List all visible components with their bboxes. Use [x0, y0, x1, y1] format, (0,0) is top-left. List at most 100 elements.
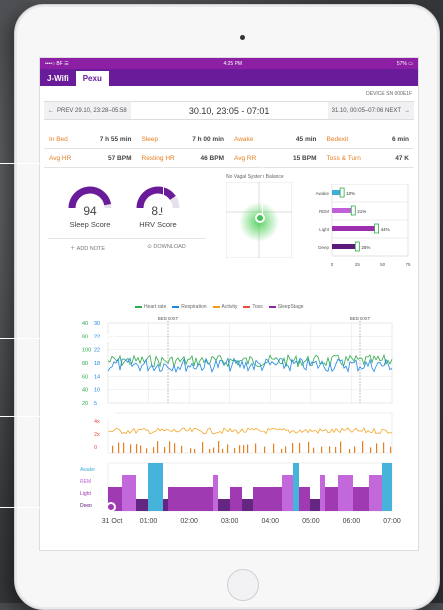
stage-segment [148, 463, 163, 511]
stat-value: 7 h 55 min [99, 135, 132, 143]
legend-swatch [243, 305, 251, 308]
toss-bar [313, 447, 315, 453]
chart-legend: Heart rate Respiration Activity Toss SleepSt… [135, 304, 375, 310]
download-button[interactable]: ⊙ DOWNLOAD [127, 239, 206, 252]
tab-jwifi[interactable]: J-Wifi [40, 71, 76, 86]
toss-bar [169, 441, 171, 453]
night-title: 30.10, 23:05 - 07:01 [188, 105, 270, 116]
legend-swatch [268, 305, 276, 308]
bed-exit-label: BED EXIT [158, 316, 179, 321]
toss-bar [321, 446, 323, 453]
toss-bar [383, 442, 385, 453]
stage-segment [369, 475, 382, 511]
stat-resting-hr: Resting HR 46 BPM [137, 155, 230, 162]
toss-bar [222, 448, 224, 453]
activity-axis-label: 2x [94, 432, 100, 438]
stage-segment [299, 487, 310, 511]
stat-value: 6 min [392, 135, 409, 143]
stats-row: In Bed 7 h 55 min Sleep 7 h 00 min Awake 45… [44, 130, 414, 149]
stat-bedexit: Bedexit 6 min [322, 136, 415, 143]
stage-segment [265, 487, 282, 511]
sleep-stages-bar-chart: Awake 10% REM 21% Light 44% Deep 25% 0 25 50 75 [316, 184, 411, 267]
prev-night-button[interactable]: ← PREV 29.10, 23:28–05:58 [44, 102, 131, 119]
add-note-label: ADD NOTE [76, 246, 106, 252]
stage-segment [178, 487, 184, 511]
toss-bar [130, 444, 132, 453]
toss-bar [118, 442, 120, 453]
stage-tick-label: 75 [405, 262, 411, 267]
rr-axis-label: 5 [94, 401, 97, 407]
toss-bar [112, 445, 114, 453]
download-label: DOWNLOAD [153, 244, 186, 250]
stage-segment [218, 499, 224, 511]
carrier-signal: ••••○ BF ☰ [45, 60, 69, 67]
stage-segment [242, 499, 253, 511]
tab-bar: J-Wifi Pexu [40, 69, 418, 86]
toss-bar [255, 443, 257, 453]
hr-axis-label: 40 [82, 388, 88, 394]
stage-segment [310, 499, 320, 511]
toss-bar [354, 446, 356, 453]
legend-label: SleepStage [277, 304, 304, 310]
arrow-left-icon: ← [48, 107, 54, 114]
callout-dot [106, 411, 116, 421]
toss-bar [153, 447, 155, 453]
toss-bar [370, 447, 372, 453]
stat-label: Toss & Turn [326, 154, 361, 162]
stage-segment [168, 487, 178, 511]
callout-line [163, 163, 164, 210]
tab-pexu[interactable]: Pexu [75, 71, 109, 86]
stage-marker [354, 241, 360, 252]
legend-swatch [172, 305, 180, 308]
next-night-button[interactable]: 31.10, 00:05–07:06 NEXT → [327, 102, 414, 119]
battery-indicator: 57% ▭ [396, 60, 413, 67]
rr-axis-label: 18 [94, 361, 100, 367]
toss-bar [174, 443, 176, 453]
stat-value: 45 min [295, 135, 317, 143]
stat-label: Bedexit [326, 135, 349, 143]
status-bar: ••••○ BF ☰ 4:25 PM 57% ▭ [40, 58, 418, 69]
time-axis-label: 01:00 [140, 518, 158, 525]
toss-bar [349, 448, 351, 453]
callout-dot [255, 213, 265, 223]
stage-segment [163, 499, 168, 511]
toss-bar [390, 446, 392, 453]
stage-value-label: 44% [381, 227, 390, 232]
stage-label: Light [319, 227, 330, 232]
legend-label: Toss [252, 304, 263, 310]
night-timeline-chart: 4030802210022801860144010205BED EXITBED … [80, 316, 401, 525]
home-button[interactable] [227, 569, 259, 601]
stat-label: Sleep [141, 135, 159, 143]
toss-bar [202, 442, 204, 453]
stage-value-label: 21% [357, 209, 366, 214]
stage-label: Deep [318, 245, 329, 250]
time-axis-label: 05:00 [302, 518, 320, 525]
hr-axis-label: 20 [82, 401, 88, 407]
legend-item: Respiration [172, 304, 207, 310]
callout-line [262, 163, 263, 218]
stat-label: Resting HR [141, 154, 175, 162]
battery-percent: 57% [396, 60, 407, 67]
toss-bar [190, 448, 192, 453]
stage-tick-label: 50 [380, 262, 386, 267]
stage-segment [293, 463, 299, 511]
sleep-score-label: Sleep Score [69, 220, 111, 229]
stat-avg-rr: Avg RR 15 BPM [229, 155, 322, 162]
stat-value: 15 BPM [293, 154, 317, 162]
toss-bar [181, 445, 183, 453]
balance-title: No Vagal System Balance [226, 174, 284, 180]
stage-segment [230, 487, 242, 511]
stage-segment [213, 475, 218, 511]
stats-row: Avg HR 57 BPM Resting HR 46 BPM Avg RR 15 B… [44, 149, 414, 168]
stage-segment [320, 475, 325, 511]
legend-label: Activity [221, 304, 238, 310]
stat-label: Awake [234, 135, 254, 143]
add-note-button[interactable]: ＋ ADD NOTE [48, 239, 127, 252]
device-id: DEVICE SN 000E1F [366, 91, 412, 97]
legend-swatch [135, 305, 142, 308]
rr-axis-label: 30 [94, 321, 100, 327]
toss-bar [123, 442, 125, 453]
toss-bar [247, 444, 249, 453]
toss-bar [308, 441, 310, 453]
camera-icon [240, 35, 245, 40]
